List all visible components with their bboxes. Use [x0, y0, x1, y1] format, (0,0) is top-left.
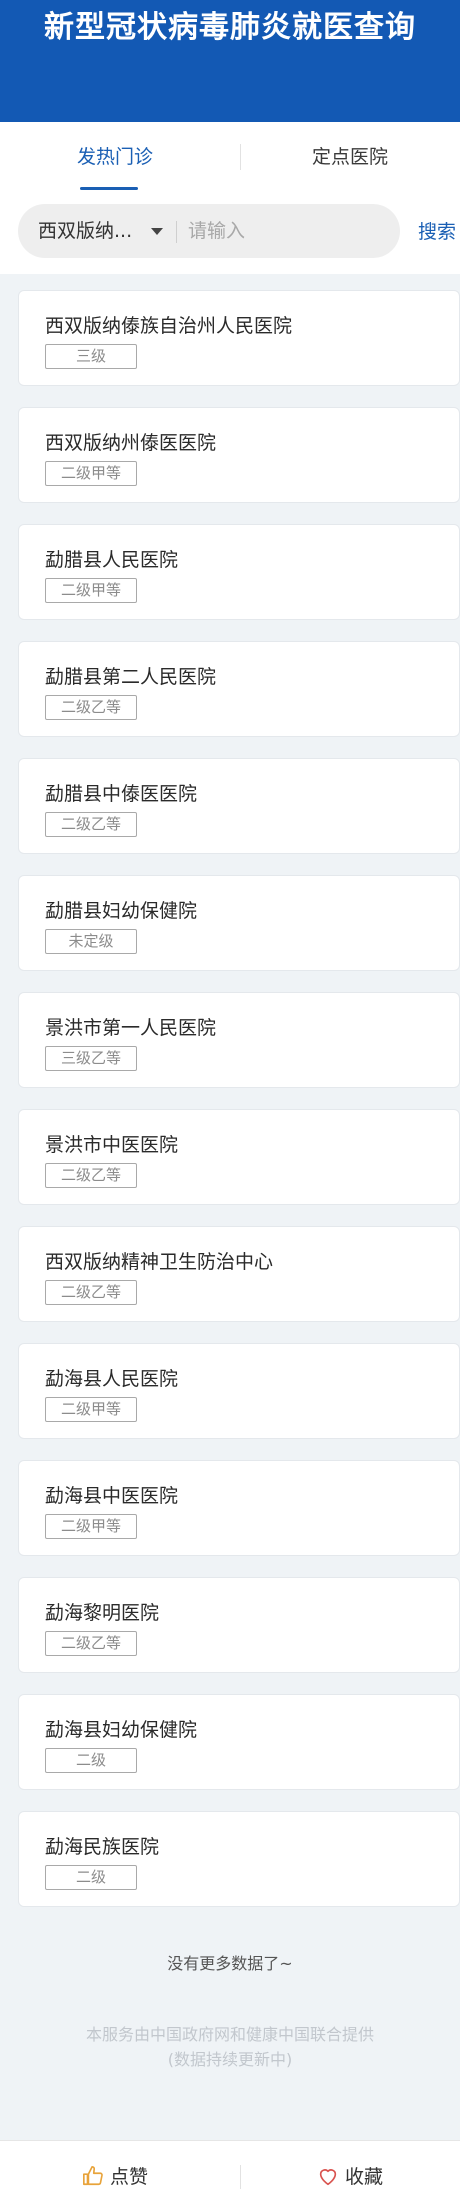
hospital-card[interactable]: 西双版纳州傣医医院 二级甲等 [18, 407, 460, 503]
footnote-line-2: (数据持续更新中) [167, 2050, 293, 2069]
hospital-card[interactable]: 景洪市第一人民医院 三级乙等 [18, 992, 460, 1088]
hospital-level-badge: 二级 [45, 1865, 137, 1890]
hospital-card[interactable]: 勐腊县第二人民医院 二级乙等 [18, 641, 460, 737]
footnote-line-1: 本服务由中国政府网和健康中国联合提供 [85, 2025, 374, 2044]
bottom-action-bar: 点赞 收藏 [0, 2140, 460, 2212]
hospital-card[interactable]: 景洪市中医医院 二级乙等 [18, 1109, 460, 1205]
hospital-card[interactable]: 勐腊县人民医院 二级甲等 [18, 524, 460, 620]
page-title: 新型冠状病毒肺炎就医查询 [44, 10, 416, 45]
hospital-name: 勐腊县妇幼保健院 [45, 900, 198, 922]
hospital-name: 西双版纳傣族自治州人民医院 [45, 315, 293, 337]
hospital-level-badge: 二级乙等 [45, 812, 137, 837]
hospital-level-badge: 二级乙等 [45, 1280, 137, 1305]
hospital-level-badge: 二级甲等 [45, 578, 137, 603]
tab-fever-clinic[interactable]: 发热门诊 [0, 122, 230, 192]
hospital-card[interactable]: 西双版纳精神卫生防治中心 二级乙等 [18, 1226, 460, 1322]
hospital-level-badge: 二级 [45, 1748, 137, 1773]
hospital-level-badge: 二级甲等 [45, 1397, 137, 1422]
hospital-level-badge: 三级 [45, 344, 137, 369]
service-footnote: 本服务由中国政府网和健康中国联合提供 (数据持续更新中) [0, 2022, 460, 2072]
chevron-down-icon[interactable] [151, 228, 163, 235]
hospital-card[interactable]: 勐腊县妇幼保健院 未定级 [18, 875, 460, 971]
search-box: 西双版纳... [18, 204, 400, 258]
tab-bar: 发热门诊 定点医院 [0, 122, 460, 192]
favorite-label: 收藏 [344, 2166, 383, 2188]
hospital-level-badge: 二级乙等 [45, 695, 137, 720]
hospital-name: 勐海县中医医院 [45, 1485, 179, 1507]
search-button[interactable]: 搜索 [418, 212, 456, 252]
app-header: 新型冠状病毒肺炎就医查询 [0, 0, 460, 122]
hospital-name: 勐海县妇幼保健院 [45, 1719, 198, 1741]
active-tab-indicator [80, 187, 138, 190]
hospital-name: 勐海县人民医院 [45, 1368, 179, 1390]
hospital-name: 勐腊县第二人民医院 [45, 666, 217, 688]
hospital-card[interactable]: 勐海县人民医院 二级甲等 [18, 1343, 460, 1439]
thumbs-up-icon [82, 2165, 103, 2185]
hospital-name: 勐海民族医院 [45, 1836, 160, 1858]
hospital-level-badge: 二级甲等 [45, 1514, 137, 1539]
like-button[interactable]: 点赞 [0, 2141, 230, 2212]
hospital-name: 勐腊县中傣医医院 [45, 783, 198, 805]
hospital-name: 勐腊县人民医院 [45, 549, 179, 571]
hospital-level-badge: 三级乙等 [45, 1046, 137, 1071]
hospital-name: 西双版纳州傣医医院 [45, 432, 217, 454]
search-input[interactable] [188, 214, 378, 248]
hospital-card[interactable]: 勐海县中医医院 二级甲等 [18, 1460, 460, 1556]
list-end-message: 没有更多数据了~ [167, 1954, 293, 1973]
hospital-level-badge: 二级甲等 [45, 461, 137, 486]
hospital-card[interactable]: 勐腊县中傣医医院 二级乙等 [18, 758, 460, 854]
heart-icon [319, 2168, 337, 2185]
hospital-name: 景洪市第一人民医院 [45, 1017, 217, 1039]
favorite-button[interactable]: 收藏 [240, 2141, 460, 2212]
hospital-card[interactable]: 勐海民族医院 二级 [18, 1811, 460, 1907]
search-bar: 西双版纳... 搜索 [0, 192, 460, 274]
hospital-level-badge: 未定级 [45, 929, 137, 954]
hospital-level-badge: 二级乙等 [45, 1631, 137, 1656]
hospital-card[interactable]: 勐海县妇幼保健院 二级 [18, 1694, 460, 1790]
like-label: 点赞 [109, 2166, 148, 2188]
hospital-card[interactable]: 西双版纳傣族自治州人民医院 三级 [18, 290, 460, 386]
hospital-card[interactable]: 勐海黎明医院 二级乙等 [18, 1577, 460, 1673]
region-select[interactable]: 西双版纳... [38, 204, 138, 258]
tab-designated-hospitals[interactable]: 定点医院 [240, 122, 460, 192]
hospital-name: 西双版纳精神卫生防治中心 [45, 1251, 274, 1273]
hospital-name: 景洪市中医医院 [45, 1134, 179, 1156]
hospital-level-badge: 二级乙等 [45, 1163, 137, 1188]
hospital-name: 勐海黎明医院 [45, 1602, 160, 1624]
search-divider [176, 221, 177, 243]
